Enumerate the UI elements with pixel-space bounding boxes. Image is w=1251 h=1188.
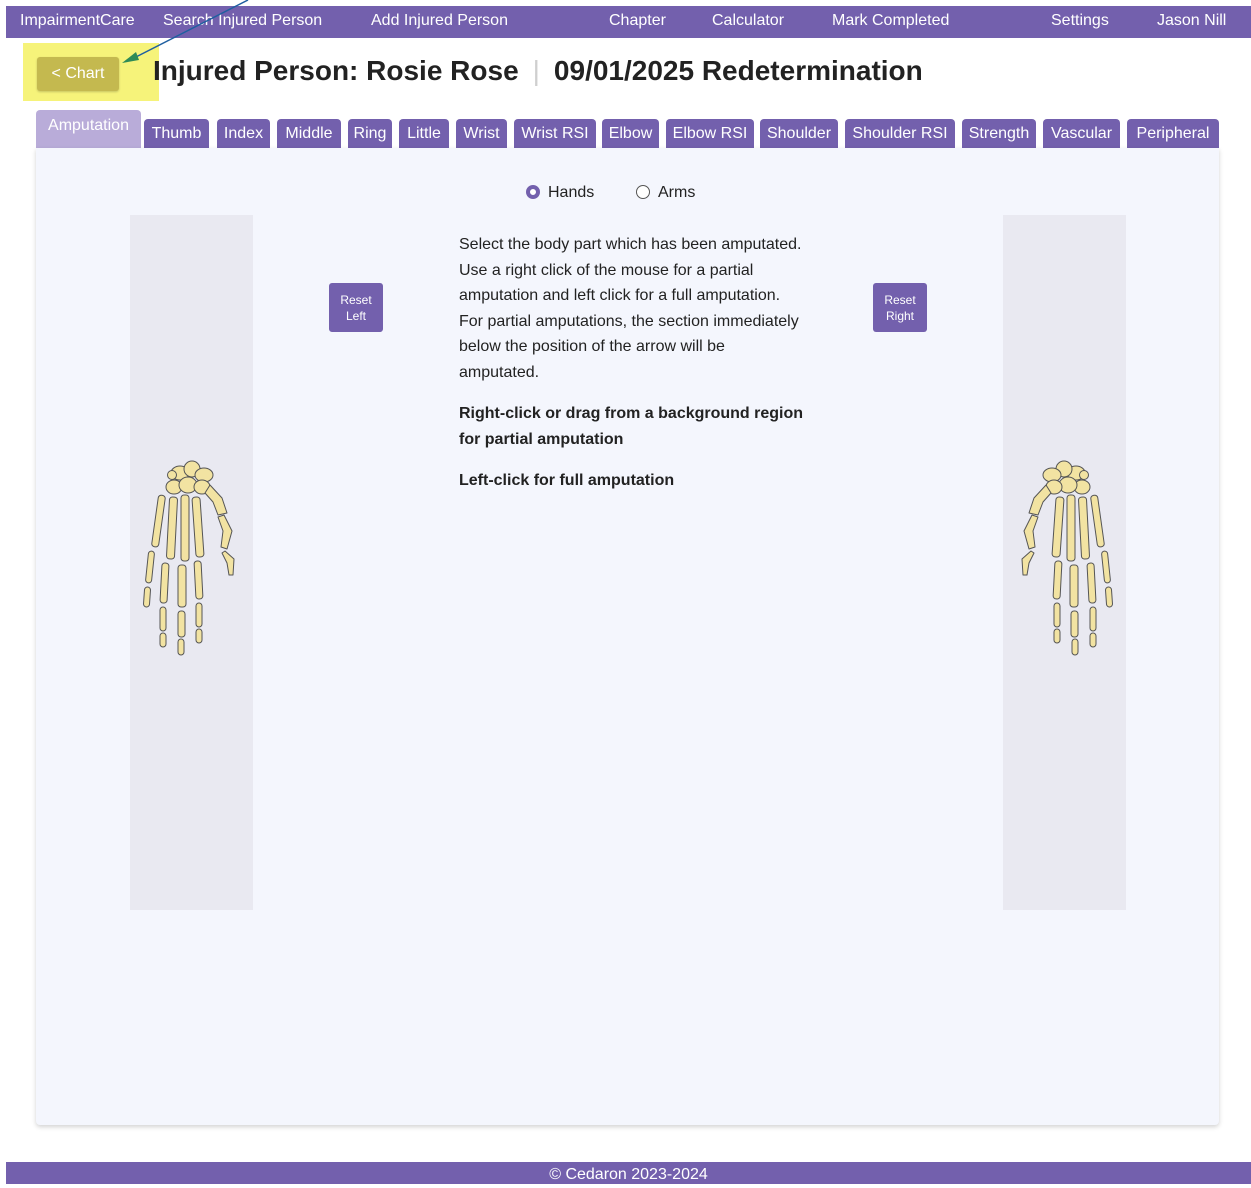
right-hand-panel[interactable] <box>1003 215 1126 910</box>
title-separator: | <box>532 55 540 86</box>
brand-link[interactable]: ImpairmentCare <box>20 6 135 38</box>
back-to-chart-button[interactable]: < Chart <box>37 57 119 91</box>
radio-hands-label: Hands <box>548 184 595 201</box>
full-amputation-hint: Left-click for full amputation <box>459 472 675 489</box>
radio-arms-label: Arms <box>658 184 696 201</box>
radio-selected-icon[interactable] <box>526 185 540 199</box>
reset-right-line2: Right <box>885 308 914 323</box>
tab-shoulder-rsi[interactable]: Shoulder RSI <box>845 119 955 148</box>
nav-chapter[interactable]: Chapter <box>609 6 666 38</box>
tab-index[interactable]: Index <box>217 119 270 148</box>
tab-wrist-rsi[interactable]: Wrist RSI <box>514 119 596 148</box>
tab-thumb[interactable]: Thumb <box>144 119 209 148</box>
tab-vascular[interactable]: Vascular <box>1043 119 1120 148</box>
reset-right-button[interactable]: Reset Right <box>873 283 927 332</box>
nav-settings[interactable]: Settings <box>1051 6 1109 38</box>
left-hand-skeleton-icon[interactable] <box>130 215 253 910</box>
reset-left-line2: Left <box>345 308 366 323</box>
tab-middle[interactable]: Middle <box>277 119 341 148</box>
nav-search-injured-person[interactable]: Search Injured Person <box>163 6 322 38</box>
injured-person-name: Injured Person: Rosie Rose <box>153 55 519 86</box>
instructions-text: Select the body part which has been ampu… <box>459 236 802 381</box>
top-nav-bar: ImpairmentCare Search Injured Person Add… <box>6 6 1251 38</box>
tab-amputation[interactable]: Amputation <box>36 110 141 148</box>
tab-shoulder[interactable]: Shoulder <box>760 119 838 148</box>
nav-mark-completed[interactable]: Mark Completed <box>832 6 949 38</box>
nav-add-injured-person[interactable]: Add Injured Person <box>371 6 508 38</box>
partial-amputation-hint: Right-click or drag from a background re… <box>459 405 804 448</box>
tab-wrist[interactable]: Wrist <box>456 119 507 148</box>
reset-right-line1: Reset <box>884 292 916 307</box>
right-hand-skeleton-icon[interactable] <box>1003 215 1126 910</box>
tab-little[interactable]: Little <box>399 119 449 148</box>
page-title: Injured Person: Rosie Rose | 09/01/2025 Re… <box>153 52 923 90</box>
radio-arms[interactable]: Arms <box>636 184 695 202</box>
tab-strength[interactable]: Strength <box>962 119 1036 148</box>
footer: © Cedaron 2023-2024 <box>6 1162 1251 1184</box>
instructions-block: Select the body part which has been ampu… <box>459 232 804 510</box>
radio-unselected-icon[interactable] <box>636 185 650 199</box>
tab-elbow-rsi[interactable]: Elbow RSI <box>666 119 754 148</box>
tab-elbow[interactable]: Elbow <box>602 119 659 148</box>
evaluation-title: 09/01/2025 Redetermination <box>553 55 923 86</box>
reset-left-button[interactable]: Reset Left <box>329 283 383 332</box>
left-hand-panel[interactable] <box>130 215 253 910</box>
nav-user-menu[interactable]: Jason Nill <box>1157 6 1226 38</box>
tab-peripheral[interactable]: Peripheral <box>1127 119 1219 148</box>
radio-hands[interactable]: Hands <box>526 184 594 202</box>
reset-left-line1: Reset <box>340 292 372 307</box>
tab-ring[interactable]: Ring <box>348 119 392 148</box>
nav-calculator[interactable]: Calculator <box>712 6 784 38</box>
